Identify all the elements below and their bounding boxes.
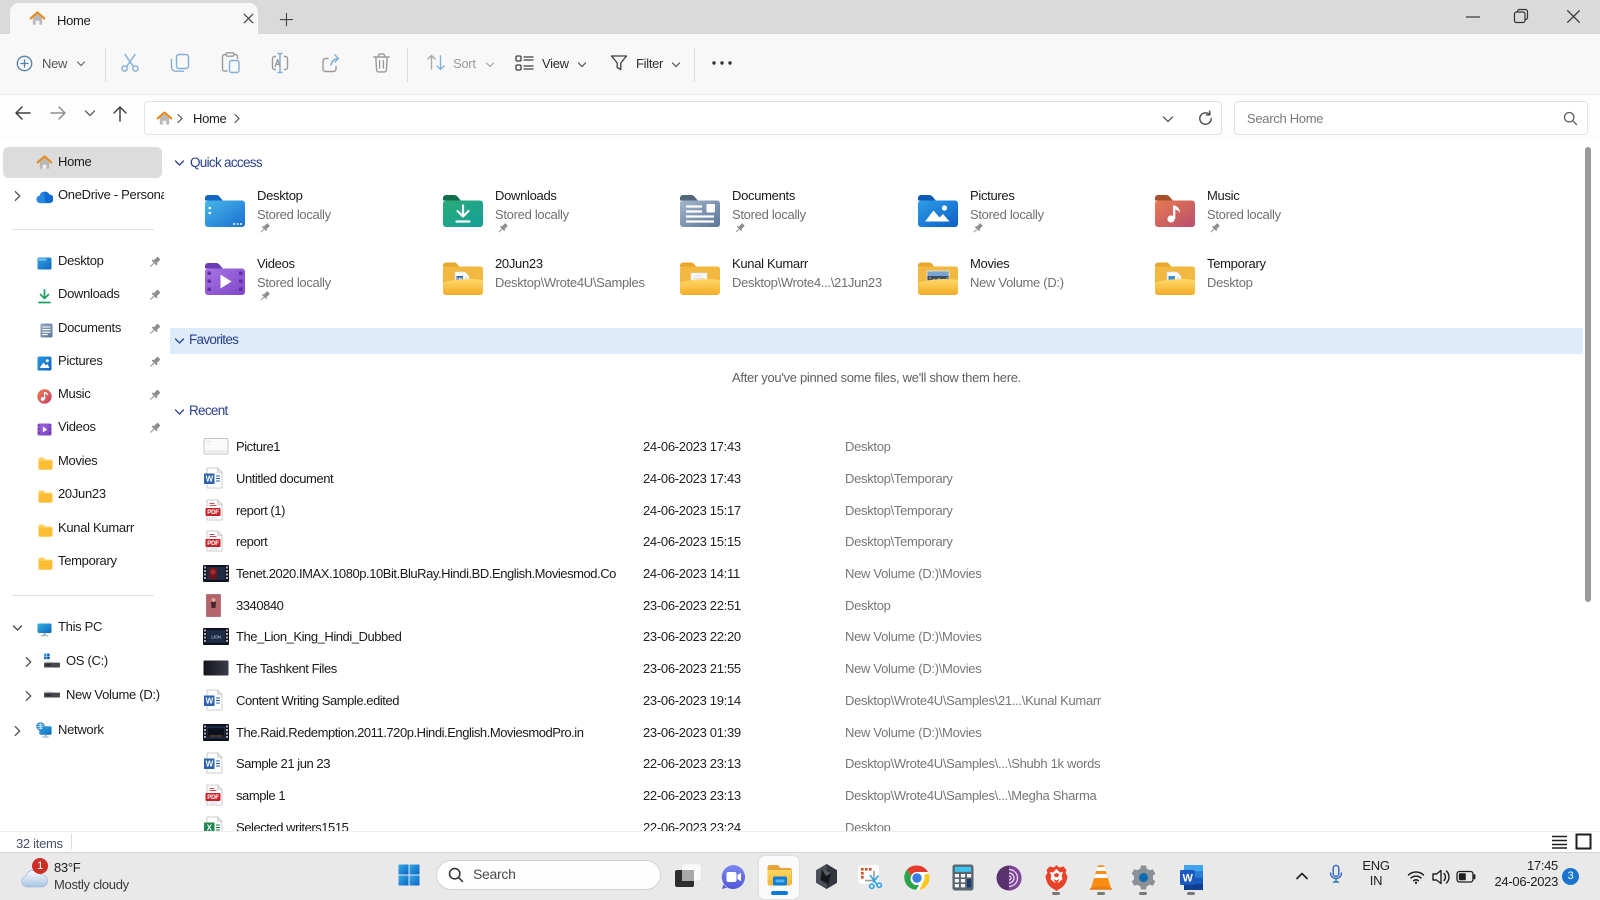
svg-text:W: W [1182,873,1193,885]
svg-text:LION: LION [211,635,220,640]
